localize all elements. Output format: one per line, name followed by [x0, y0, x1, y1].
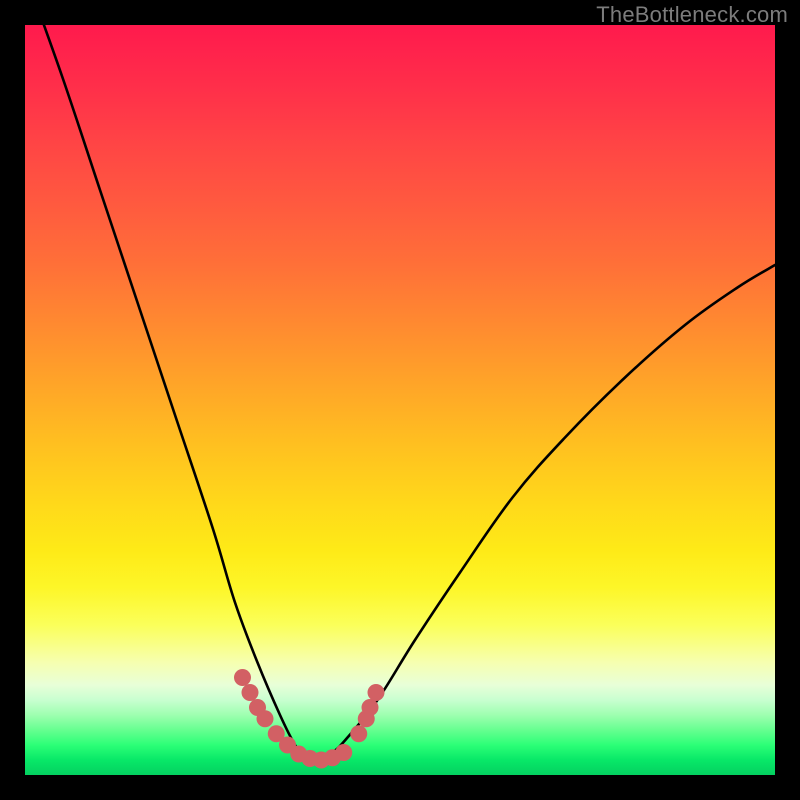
- marker-group: [234, 669, 385, 769]
- trough-marker: [257, 710, 274, 727]
- watermark-text: TheBottleneck.com: [596, 2, 788, 28]
- trough-marker: [234, 669, 251, 686]
- plot-area: [25, 25, 775, 775]
- trough-marker: [362, 699, 379, 716]
- chart-svg: [25, 25, 775, 775]
- bottleneck-curve: [25, 25, 775, 762]
- trough-marker: [335, 744, 352, 761]
- trough-marker: [242, 684, 259, 701]
- trough-marker: [368, 684, 385, 701]
- chart-frame: TheBottleneck.com: [0, 0, 800, 800]
- trough-marker: [350, 725, 367, 742]
- curve-group: [25, 25, 775, 762]
